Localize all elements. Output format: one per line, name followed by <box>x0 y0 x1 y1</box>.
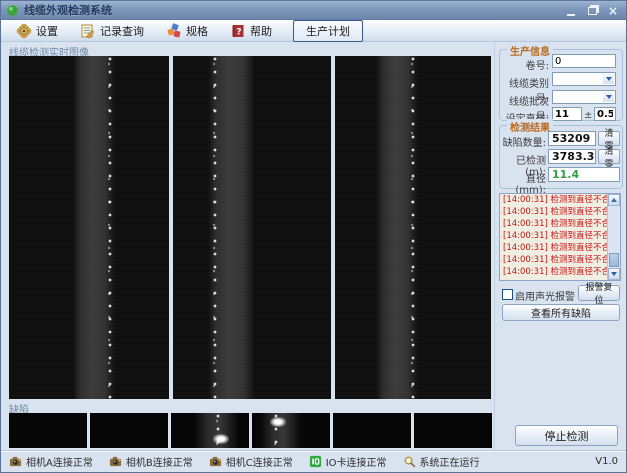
camera-b-live-image <box>173 56 331 399</box>
toolbar: 设置 记录查询 规格 ? 帮助 生产计划 <box>1 20 626 42</box>
production-info-title: 生产信息 <box>507 43 553 58</box>
camera-b-status-text: 相机B连接正常 <box>126 454 193 469</box>
io-card-icon <box>309 455 322 468</box>
cable-batch-select[interactable] <box>552 90 616 104</box>
scroll-down-icon <box>611 272 617 276</box>
scroll-up-icon <box>611 198 617 202</box>
plus-minus-sign: ± <box>584 110 592 121</box>
alarm-reset-button[interactable]: 报警复位 <box>578 285 620 301</box>
defect-count-label: 缺陷数量: <box>501 134 546 149</box>
app-window: 线缆外观检测系统 × 设置 记录查询 规格 ? 帮助 生产计划 线缆检测实时图像… <box>0 0 627 473</box>
camera-a-status-text: 相机A连接正常 <box>26 454 93 469</box>
system-running-text: 系统正在运行 <box>420 454 480 469</box>
defect-thumbnail[interactable] <box>90 413 168 448</box>
camera-c-status-text: 相机C连接正常 <box>226 454 293 469</box>
camera-c-live-image <box>335 56 491 399</box>
record-query-button[interactable]: 记录查询 <box>73 20 151 42</box>
log-entry: [14:00:31] 检测到直径不合格 <box>500 218 620 230</box>
system-running-status: 系统正在运行 <box>403 454 480 469</box>
record-query-label: 记录查询 <box>100 23 144 39</box>
settings-label: 设置 <box>36 23 58 39</box>
cable-category-select[interactable] <box>552 72 616 86</box>
chevron-down-icon[interactable] <box>603 92 614 102</box>
log-entry: [14:00:31] 检测到直径不合格 <box>500 194 620 206</box>
restore-button[interactable] <box>584 4 600 17</box>
scrollbar-thumb[interactable] <box>609 253 619 267</box>
stop-detection-button[interactable]: 停止检测 <box>515 425 618 446</box>
camera-icon <box>9 455 22 468</box>
alarm-log-list[interactable]: [14:00:31] 检测到直径不合格 [14:00:31] 检测到直径不合格 … <box>499 193 621 281</box>
reel-number-input[interactable] <box>552 54 616 68</box>
version-label: V1.0 <box>595 456 618 467</box>
help-book-icon: ? <box>230 23 246 39</box>
defect-thumbnail[interactable] <box>414 413 492 448</box>
search-icon <box>403 455 416 468</box>
titlebar: 线缆外观检测系统 × <box>1 1 626 20</box>
sound-light-alarm-label: 启用声光报警 <box>515 288 575 303</box>
production-plan-button[interactable]: 生产计划 <box>293 20 363 42</box>
spec-label: 规格 <box>186 23 208 39</box>
diameter-value: 11.4 <box>548 167 620 182</box>
svg-text:?: ? <box>236 27 241 37</box>
defect-thumbnail[interactable] <box>333 413 411 448</box>
camera-b-status: 相机B连接正常 <box>109 454 193 469</box>
defect-thumbnail[interactable] <box>9 413 87 448</box>
sound-light-alarm-checkbox[interactable] <box>502 289 513 300</box>
minimize-icon <box>567 6 575 16</box>
tolerance-input[interactable] <box>594 107 616 121</box>
defect-thumbnail[interactable] <box>171 413 249 448</box>
log-entry: [14:00:31] 检测到直径不合格 <box>500 230 620 242</box>
statusbar: 相机A连接正常 相机B连接正常 相机C连接正常 IO卡连接正常 系统正在运行 V… <box>1 450 626 472</box>
close-button[interactable]: × <box>605 4 621 17</box>
minimize-button[interactable] <box>563 4 579 17</box>
settings-button[interactable]: 设置 <box>9 20 65 42</box>
camera-a-status: 相机A连接正常 <box>9 454 93 469</box>
log-entry: [14:00:31] 检测到直径不合格 <box>500 266 620 278</box>
chevron-down-icon[interactable] <box>603 74 614 84</box>
defect-thumbnail[interactable] <box>252 413 330 448</box>
spec-icon <box>166 23 182 39</box>
restore-icon <box>588 7 597 15</box>
set-diameter-input[interactable] <box>552 107 582 121</box>
log-scrollbar[interactable] <box>607 194 620 280</box>
camera-c-status: 相机C连接正常 <box>209 454 293 469</box>
close-icon: × <box>608 6 618 16</box>
log-entry: [14:00:31] 检测到直径不合格 <box>500 242 620 254</box>
scroll-down-button[interactable] <box>608 268 620 280</box>
spec-button[interactable]: 规格 <box>159 20 215 42</box>
measured-length-value: 3783.3 <box>548 149 596 164</box>
log-entry: [14:00:31] 检测到直径不合格 <box>500 206 620 218</box>
log-entry: [14:00:31] 检测到直径不合格 <box>500 254 620 266</box>
notebook-icon <box>80 23 96 39</box>
window-title: 线缆外观检测系统 <box>24 2 112 18</box>
detection-results-title: 检测结果 <box>507 119 553 134</box>
gear-icon <box>16 23 32 39</box>
view-all-defects-button[interactable]: 查看所有缺陷 <box>502 304 620 321</box>
io-card-status-text: IO卡连接正常 <box>326 454 387 469</box>
reel-number-label: 卷号: <box>501 57 549 72</box>
camera-icon <box>209 455 222 468</box>
clear-length-button[interactable]: 清零 <box>598 149 620 164</box>
app-icon <box>6 4 19 17</box>
io-card-status: IO卡连接正常 <box>309 454 387 469</box>
camera-icon <box>109 455 122 468</box>
help-button[interactable]: ? 帮助 <box>223 20 279 42</box>
defect-count-value: 53209 <box>548 131 596 146</box>
help-label: 帮助 <box>250 23 272 39</box>
scroll-up-button[interactable] <box>608 194 620 206</box>
camera-a-live-image <box>9 56 169 399</box>
panel-divider <box>494 42 495 449</box>
